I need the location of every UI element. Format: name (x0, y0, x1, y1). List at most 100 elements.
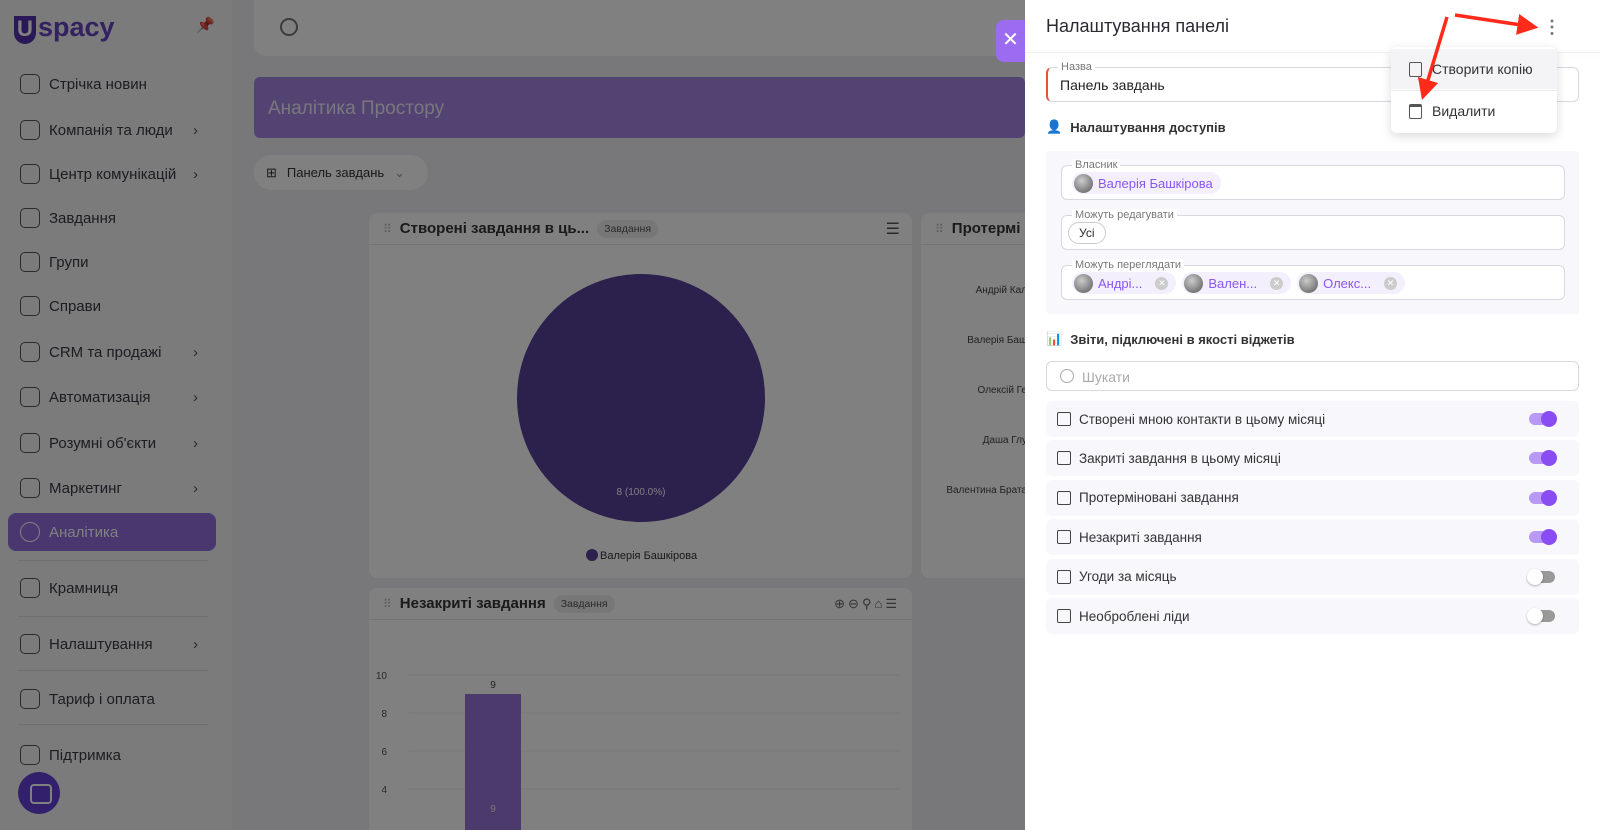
home-icon[interactable]: ⌂ (874, 596, 885, 611)
sidebar-item-label: CRM та продажі (49, 343, 162, 361)
sidebar-item[interactable]: Крамниця (8, 569, 216, 607)
editors-chip[interactable]: Усі (1068, 222, 1106, 244)
nav-icon (20, 478, 40, 498)
report-toggle[interactable] (1529, 489, 1557, 506)
search-icon (280, 18, 298, 36)
nav-icon (20, 745, 40, 765)
sidebar-item-label: Центр комунікацій (49, 165, 177, 183)
avatar (1299, 273, 1319, 293)
menu-icon[interactable]: ☰ (886, 219, 900, 239)
legend-label[interactable]: Валерія Башкірова (600, 550, 698, 562)
sidebar-item[interactable]: Справи (8, 287, 216, 325)
zoom-select-icon[interactable]: ⚲ (862, 596, 875, 611)
modal-backdrop[interactable]: Uspacy 📌 Стрічка новин Компанія та люди › Ц… (0, 0, 1025, 830)
dashboard-select[interactable]: ⊞ Панель завдань ⌄ (254, 155, 428, 190)
drag-handle-icon[interactable]: ⠿ (383, 597, 392, 611)
logo[interactable]: Uspacy (14, 12, 115, 44)
reports-search-input[interactable]: Шукати (1046, 361, 1579, 391)
sidebar-item[interactable]: Стрічка новин (8, 65, 216, 103)
chat-button[interactable] (18, 772, 60, 814)
report-label: Створені мною контакти в цьому місяці (1079, 411, 1326, 427)
reports-heading: 📊 Звіти, підключені в якості віджетів (1046, 331, 1295, 347)
viewer-chip[interactable]: Вален... ✕ (1182, 272, 1292, 294)
sidebar-item-label: Завдання (49, 209, 116, 227)
chevron-right-icon: › (193, 343, 198, 361)
bar-chart-icon (1057, 569, 1071, 584)
report-toggle[interactable] (1529, 411, 1557, 427)
sidebar-item[interactable]: Автоматизація › (8, 378, 216, 416)
sidebar-item-label: Автоматизація (49, 388, 151, 406)
menu-icon[interactable]: ☰ (885, 596, 900, 611)
report-toggle[interactable] (1529, 450, 1557, 467)
remove-icon[interactable]: ✕ (1270, 276, 1284, 290)
drag-handle-icon[interactable]: ⠿ (383, 222, 392, 236)
sidebar-item[interactable]: Центр комунікацій › (8, 155, 216, 193)
viewers-field[interactable]: Можуть переглядати Андрі... ✕ Вален... ✕ Оле… (1061, 259, 1565, 300)
access-box: Власник Валерія Башкірова Можуть редагув… (1046, 151, 1579, 314)
sidebar-item[interactable]: Групи (8, 243, 216, 281)
widget-title: Протермі (951, 220, 1021, 237)
chevron-right-icon: › (193, 434, 198, 452)
nav-icon (20, 120, 40, 140)
owner-chip[interactable]: Валерія Башкірова (1072, 172, 1221, 194)
y-tick-label: 4 (381, 785, 387, 796)
horizontal-bar-icon (1057, 609, 1071, 623)
sidebar-item[interactable]: Компанія та люди › (8, 111, 216, 149)
report-label: Закриті завдання в цьому місяці (1079, 450, 1281, 466)
sidebar-item[interactable]: CRM та продажі › (8, 333, 216, 371)
bar-chart-icon (1057, 451, 1071, 466)
report-label: Незакриті завдання (1079, 529, 1202, 545)
owner-field[interactable]: Власник Валерія Башкірова (1061, 159, 1565, 200)
report-toggle[interactable] (1529, 529, 1557, 546)
avatar (1074, 273, 1093, 293)
sidebar-item[interactable]: Розумні об'єкти › (8, 424, 216, 462)
viewer-chip[interactable]: Олекс... ✕ (1297, 272, 1406, 294)
report-toggle[interactable] (1527, 608, 1555, 624)
bar-data-label: 9 (490, 680, 496, 691)
pin-icon[interactable]: 📌 (196, 16, 215, 34)
pie-data-label: 8 (100.0%) (617, 487, 666, 498)
sidebar-item[interactable]: Підтримка (8, 736, 216, 774)
sidebar-item[interactable]: Тариф і оплата (8, 680, 216, 718)
axis-label: Андрій Кал (975, 285, 1025, 296)
legend-swatch (586, 549, 598, 561)
report-row: Необроблені ліди (1046, 598, 1579, 634)
close-panel-button[interactable]: ✕ (996, 20, 1025, 62)
editors-field[interactable]: Можуть редагувати Усі (1061, 209, 1565, 250)
divider (18, 560, 208, 561)
remove-icon[interactable]: ✕ (1384, 276, 1398, 290)
menu-item-copy[interactable]: Створити копію (1391, 49, 1557, 89)
chevron-right-icon: › (193, 121, 198, 139)
remove-icon[interactable]: ✕ (1155, 276, 1169, 290)
name-value: Панель завдань (1060, 77, 1165, 93)
panel-title: Налаштування панелі (1046, 16, 1230, 36)
copy-icon (1409, 61, 1422, 77)
nav-icon (20, 634, 40, 654)
nav-icon (20, 164, 40, 184)
sidebar-item[interactable]: Завдання (8, 199, 216, 237)
sidebar-item[interactable]: Маркетинг › (8, 469, 216, 507)
viewers-label: Можуть переглядати (1072, 259, 1185, 271)
report-label: Угоди за місяць (1079, 569, 1177, 585)
chevron-right-icon: › (193, 635, 198, 653)
menu-item-delete[interactable]: Видалити (1391, 91, 1557, 131)
y-tick-label: 10 (376, 671, 388, 682)
divider (18, 724, 208, 725)
avatar (1184, 273, 1204, 293)
divider (18, 616, 208, 617)
zoom-in-icon[interactable]: ⊕ (834, 596, 848, 611)
horizontal-bar-icon (1057, 490, 1071, 505)
nav-icon (20, 433, 40, 453)
more-options-icon[interactable]: ⋮ (1543, 16, 1561, 38)
pie-slice[interactable] (517, 274, 765, 522)
zoom-out-icon[interactable]: ⊖ (848, 596, 862, 611)
widget-title: Незакриті завдання (399, 595, 546, 612)
sidebar-item-label: Справи (49, 297, 101, 315)
name-label: Назва (1058, 61, 1095, 73)
sidebar-item[interactable]: Аналітика (8, 513, 216, 551)
report-toggle[interactable] (1527, 568, 1555, 585)
viewer-chip[interactable]: Андрі... ✕ (1072, 272, 1177, 294)
global-search[interactable] (254, 0, 1025, 56)
drag-handle-icon[interactable]: ⠿ (935, 222, 944, 236)
sidebar-item[interactable]: Налаштування › (8, 625, 216, 663)
